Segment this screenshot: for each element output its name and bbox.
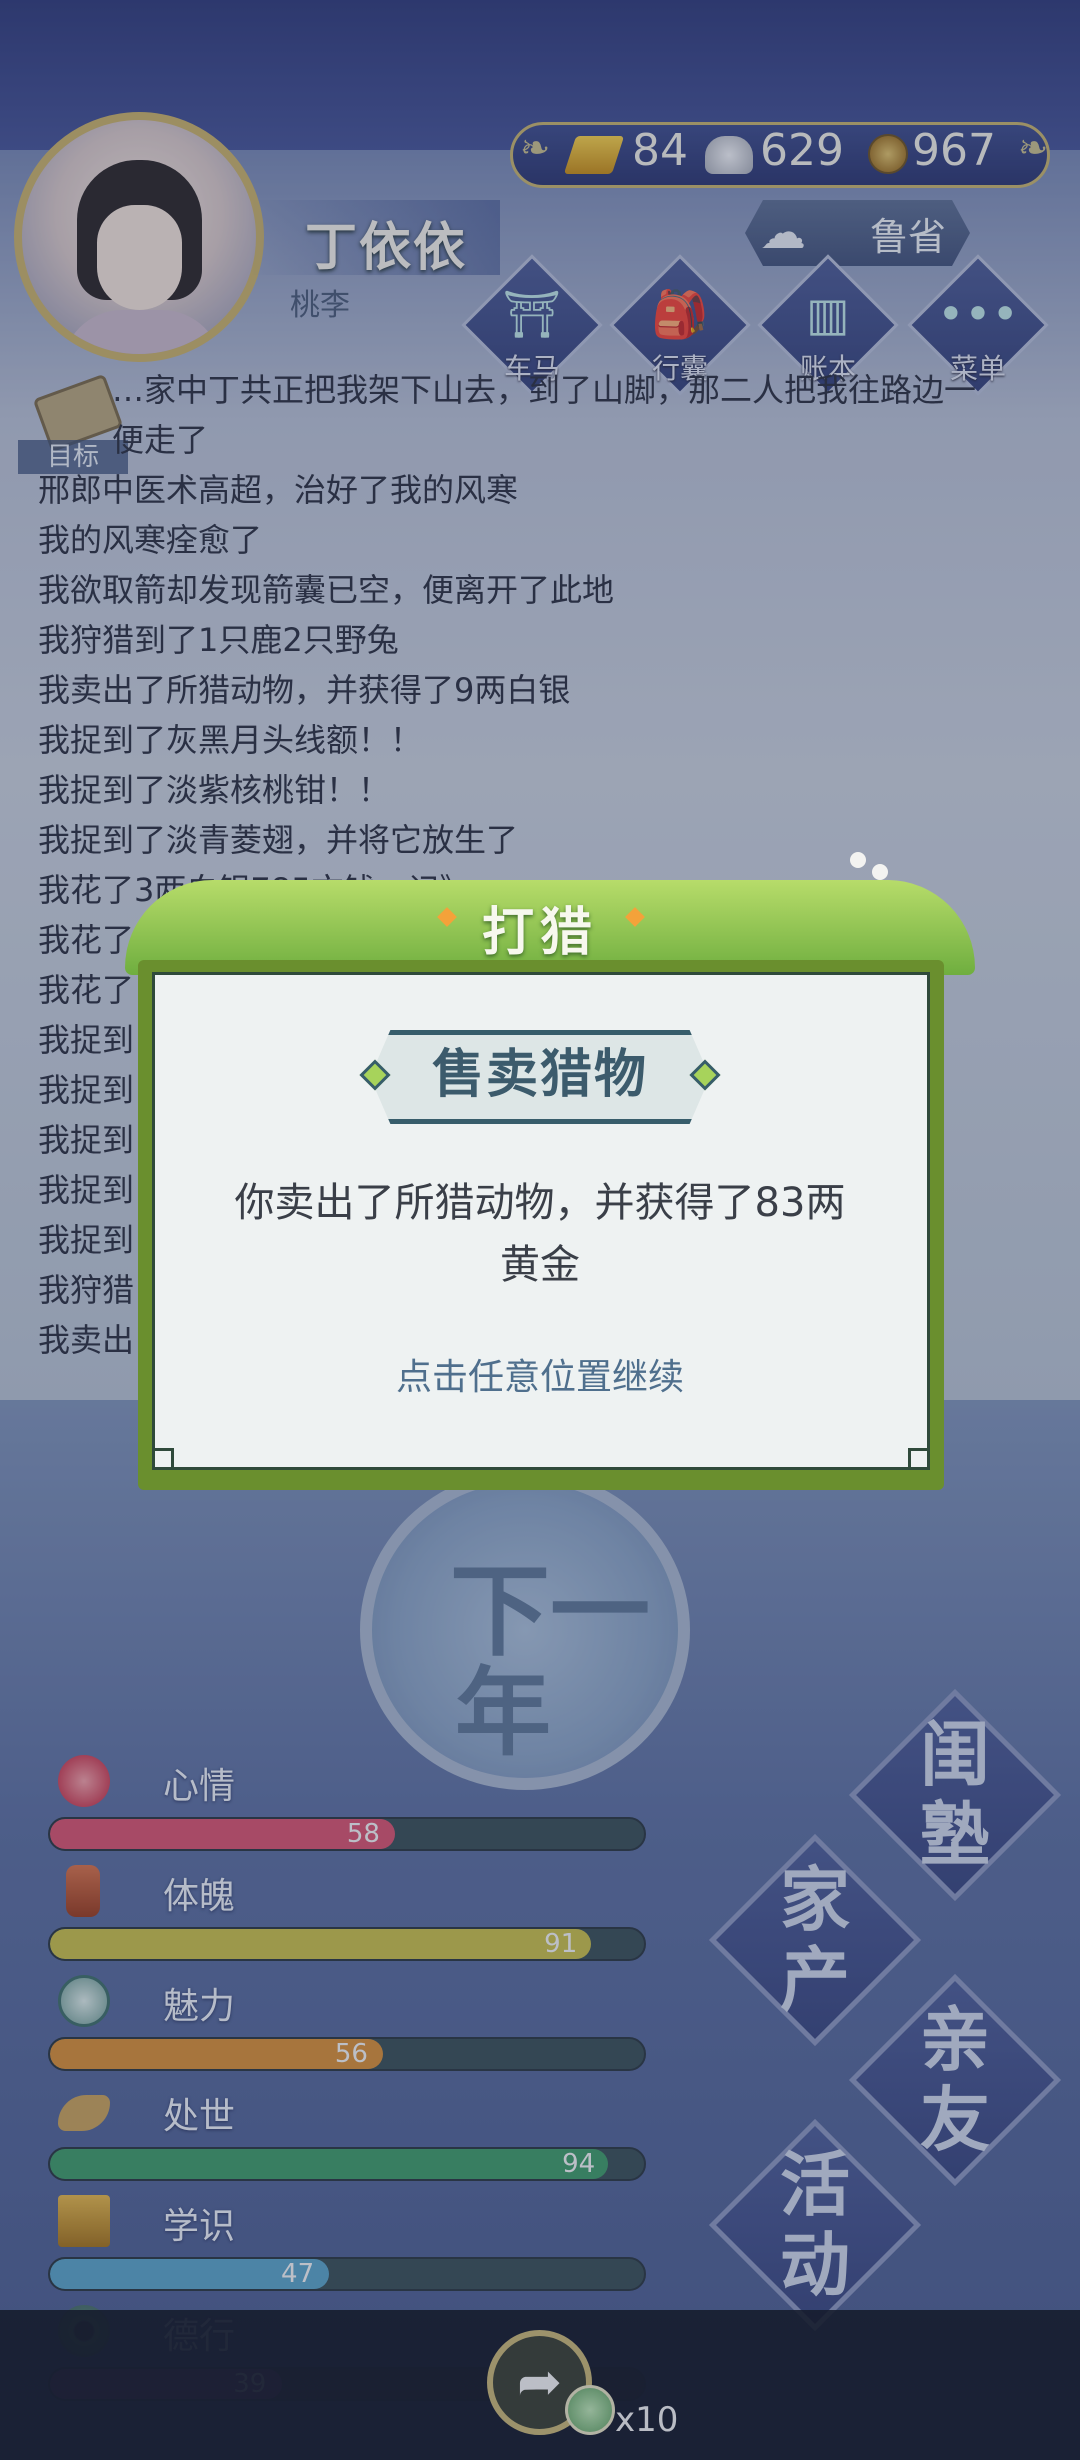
corner-ornament [152, 1448, 174, 1470]
modal-message-line2: 黄金 [500, 1242, 580, 1288]
modal-title: 售卖猎物 [431, 1045, 648, 1105]
continue-prompt[interactable]: 点击任意位置继续 [190, 1348, 890, 1400]
flower-decoration-icon [850, 852, 866, 868]
modal-header-title: 打猎 [481, 903, 598, 963]
flower-decoration-icon [872, 864, 888, 880]
corner-ornament [908, 1448, 930, 1470]
modal-message-line1: 你卖出了所猎动物，并获得了83两 [234, 1180, 846, 1226]
modal-message: 你卖出了所猎动物，并获得了83两 黄金 [190, 1172, 890, 1296]
